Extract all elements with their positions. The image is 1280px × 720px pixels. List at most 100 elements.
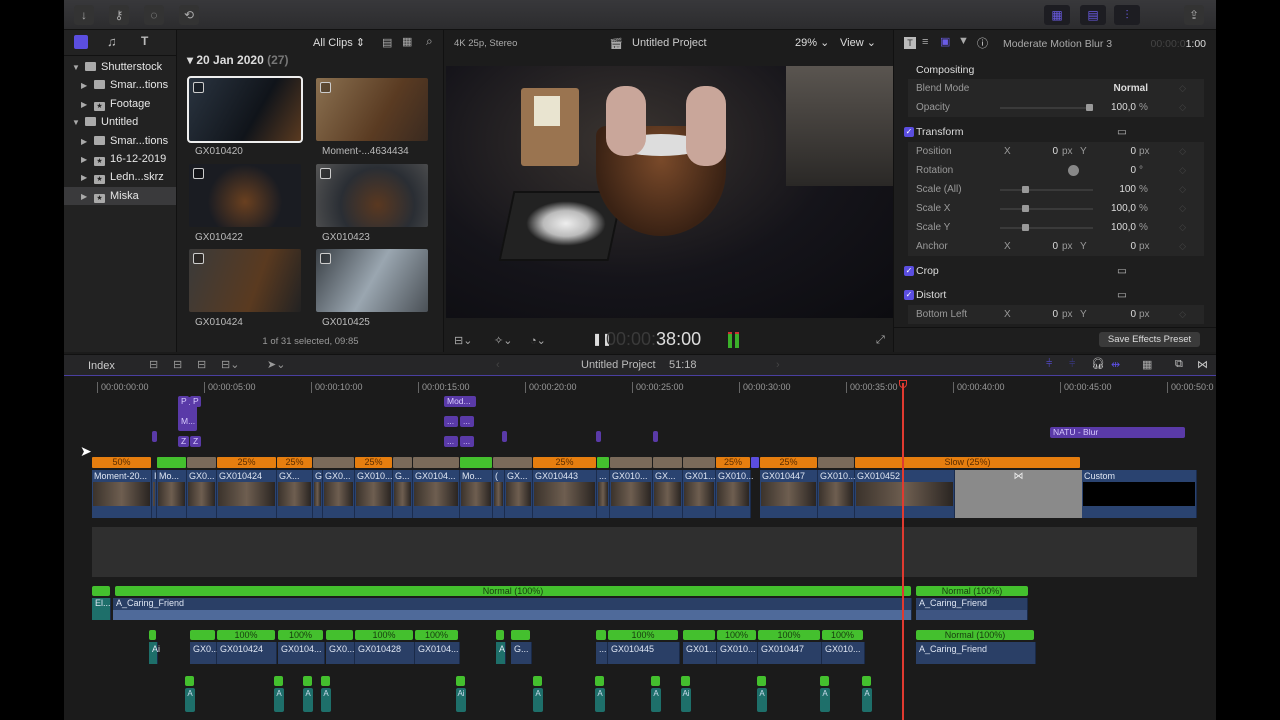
retime-bar[interactable] (597, 457, 609, 468)
audio-only-clip[interactable]: A (862, 688, 872, 712)
retime-bar[interactable] (751, 457, 759, 468)
connected-title-clip[interactable]: NATU - Blur (1050, 427, 1185, 438)
primary-storyline-clip[interactable]: Moment-20... (92, 470, 152, 518)
keyframe-icon[interactable]: ◇ (1179, 237, 1186, 256)
clip-appearance-icon[interactable]: ▦ (1142, 358, 1152, 371)
audio-retime-bar[interactable]: 100% (717, 630, 756, 640)
checkbox-crop[interactable]: ✓ (904, 266, 914, 276)
playhead[interactable] (902, 383, 904, 720)
y-value[interactable]: 0 (1098, 305, 1136, 324)
distort-onscreen-icon[interactable]: ▭ (1117, 284, 1127, 306)
browser-clip-name[interactable]: GX010425 (322, 317, 370, 328)
audio-retime-bar[interactable]: 100% (758, 630, 820, 640)
info-inspector-tab-icon[interactable]: ⓘ (977, 35, 988, 51)
connected-audio-clip[interactable]: GX010445 (608, 642, 680, 664)
effects-browser-icon[interactable]: ⧉ (1175, 358, 1183, 371)
retime-bar[interactable] (413, 457, 459, 468)
retime-bar[interactable] (683, 457, 715, 468)
keyword-icon[interactable]: ⚷ (109, 5, 129, 25)
primary-storyline-clip[interactable]: GX010... (818, 470, 856, 518)
browser-clip-name[interactable]: GX010423 (322, 232, 370, 243)
insert-clip-icon[interactable]: ⊟ (173, 358, 182, 371)
all-clips-filter[interactable]: All Clips ⇕ (313, 36, 365, 49)
color-inspector-tab-icon[interactable]: ▼ (958, 35, 969, 47)
connected-title-clip[interactable]: M... (178, 416, 197, 427)
connected-audio-clip[interactable]: A (496, 642, 506, 664)
titles-generators-tab-icon[interactable]: T (141, 34, 148, 48)
inspector-layout-icon[interactable]: ⫶ (1114, 5, 1140, 25)
audio-skimming-icon[interactable]: ⫩ (1069, 358, 1075, 371)
primary-storyline-clip[interactable]: Mo... (157, 470, 187, 518)
connected-title-clip[interactable]: P (190, 396, 201, 407)
view-dropdown[interactable]: View ⌄ (840, 36, 876, 49)
video-skimming-icon[interactable]: ⫩ (1046, 358, 1052, 371)
browser-clip-thumbnail[interactable] (187, 76, 303, 143)
disclosure-triangle-icon[interactable]: ▶ (81, 96, 91, 114)
transform-onscreen-icon[interactable]: ▭ (1117, 121, 1127, 143)
transform-arrows-icon[interactable]: ⟲ (179, 5, 199, 25)
connected-audio-clip[interactable]: GX010424 (217, 642, 277, 664)
retime-bar[interactable] (157, 457, 186, 468)
audio-retime-bar[interactable] (456, 676, 465, 686)
connected-title-clip[interactable]: ... (444, 416, 458, 427)
audio-retime-bar[interactable] (757, 676, 766, 686)
history-back-icon[interactable]: ‹ (496, 359, 500, 371)
audio-only-clip[interactable]: A (757, 688, 767, 712)
connected-audio-clip[interactable]: GX0104... (415, 642, 460, 664)
photos-audio-tab-icon[interactable]: ♫ (107, 34, 117, 49)
audio-retime-bar[interactable] (185, 676, 194, 686)
retime-bar[interactable] (610, 457, 652, 468)
disclosure-triangle-icon[interactable]: ▶ (81, 169, 91, 187)
connected-title-clip[interactable] (653, 431, 658, 442)
primary-storyline-clip[interactable]: ( (493, 470, 505, 518)
connected-audio-clip[interactable]: GX01... (683, 642, 717, 664)
audio-only-clip[interactable]: Ai (681, 688, 691, 712)
keyframe-icon[interactable]: ◇ (1179, 98, 1186, 117)
headphones-icon[interactable]: 🎧︎ (1091, 357, 1105, 370)
audio-retime-bar[interactable] (496, 630, 504, 640)
keyframe-icon[interactable]: ◇ (1179, 305, 1186, 324)
keyframe-icon[interactable]: ◇ (1179, 161, 1186, 180)
slider-knob[interactable] (1021, 186, 1029, 193)
sidebar-item-shutterstock[interactable]: ▼ Shutterstock (64, 58, 176, 76)
retime-speed-bar[interactable]: 25% (760, 457, 817, 468)
music-clip[interactable]: A_Caring_Friend (916, 598, 1028, 620)
share-icon[interactable]: ⇪ (1184, 5, 1204, 25)
retime-bar[interactable] (393, 457, 412, 468)
keyframe-icon[interactable]: ◇ (1179, 142, 1186, 161)
date-group-header[interactable]: ▾ 20 Jan 2020 (27) (187, 53, 288, 67)
audio-retime-bar[interactable] (595, 676, 604, 686)
music-retime-bar[interactable]: Normal (100%) (916, 586, 1028, 596)
browser-clip-name[interactable]: GX010420 (195, 146, 243, 157)
connected-audio-clip[interactable]: GX0104... (278, 642, 325, 664)
primary-storyline-clip[interactable]: GX0104... (413, 470, 460, 518)
audio-retime-bar[interactable] (651, 676, 660, 686)
history-forward-icon[interactable]: › (776, 359, 780, 371)
primary-storyline-clip[interactable]: GX01... (683, 470, 716, 518)
keyframe-icon[interactable]: ◇ (1179, 79, 1186, 98)
primary-storyline-clip[interactable]: GX... (653, 470, 683, 518)
keyframe-icon[interactable]: ◇ (1179, 180, 1186, 199)
timecode-display[interactable]: 00:00:38:00 (606, 329, 701, 350)
index-button[interactable]: Index (88, 360, 115, 372)
audio-only-clip[interactable]: A (185, 688, 195, 712)
primary-storyline-clip[interactable]: GX0... (187, 470, 217, 518)
retime-bar[interactable] (187, 457, 216, 468)
connected-audio-clip[interactable]: G... (511, 642, 532, 664)
snapping-icon[interactable]: ⇹ (1111, 358, 1120, 371)
sidebar-item-untitled[interactable]: ▼ Untitled (64, 113, 176, 131)
audio-retime-bar[interactable]: Normal (100%) (916, 630, 1034, 640)
sidebar-item-footage[interactable]: ▶ ★ Footage (64, 95, 176, 113)
slider-track[interactable] (1000, 208, 1093, 210)
browser-layout-icon[interactable]: ▦ (1044, 5, 1070, 25)
timeline-tracks[interactable]: M...PPM...ZZMod...............NATU - Blu… (64, 395, 1216, 720)
audio-only-clip[interactable]: A (274, 688, 284, 712)
browser-clip-name[interactable]: GX010424 (195, 317, 243, 328)
audio-only-clip[interactable]: A (303, 688, 313, 712)
title-inspector-tab-icon[interactable]: ≡ (922, 36, 928, 48)
connected-audio-clip[interactable]: A_Caring_Friend (916, 642, 1036, 664)
audio-only-clip[interactable]: A (595, 688, 605, 712)
audio-retime-bar[interactable] (92, 586, 110, 596)
audio-retime-bar[interactable] (533, 676, 542, 686)
retime-dropdown[interactable]: ◔⌄ (530, 334, 546, 347)
